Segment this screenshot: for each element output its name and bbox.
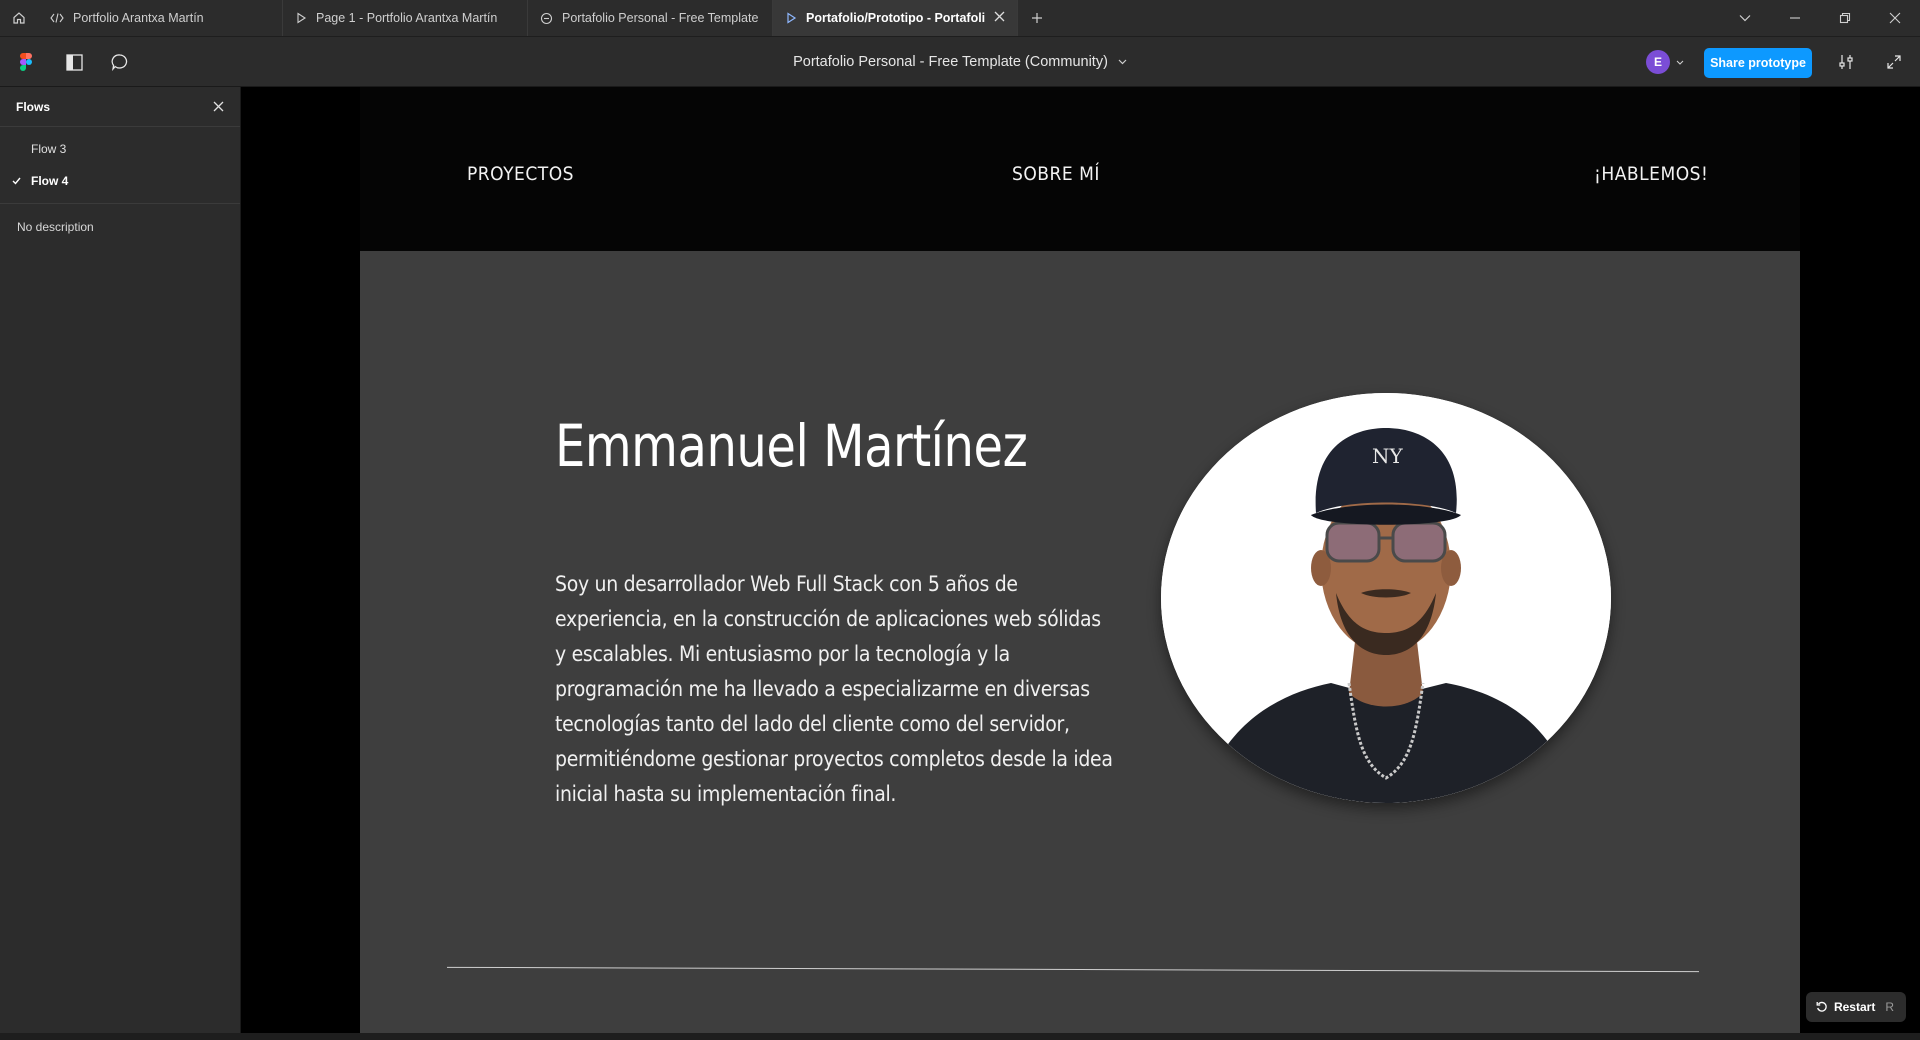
flows-sidebar: Flows Flow 3 Flow 4 No description xyxy=(0,87,241,1033)
browser-tab-bar: Portfolio Arantxa Martín Page 1 - Portfo… xyxy=(0,0,1920,37)
prototype-frame: PROYECTOS SOBRE MÍ ¡HABLEMOS! Emmanuel M… xyxy=(360,87,1800,1033)
restart-button[interactable]: Restart R xyxy=(1805,992,1906,1022)
plus-icon xyxy=(1032,13,1042,23)
restart-shortcut: R xyxy=(1885,1000,1894,1014)
flow-item-4[interactable]: Flow 4 xyxy=(0,165,240,197)
play-icon xyxy=(297,12,307,24)
restart-icon xyxy=(1816,1001,1827,1012)
comments-button[interactable] xyxy=(100,37,140,87)
expand-icon xyxy=(1887,55,1901,69)
hero-name: Emmanuel Martínez xyxy=(555,412,1028,480)
nav-link-projects[interactable]: PROYECTOS xyxy=(467,163,574,185)
close-icon xyxy=(1889,12,1901,24)
flow-description: No description xyxy=(17,220,94,234)
tab-list-button[interactable] xyxy=(1720,0,1770,36)
flow-label: Flow 4 xyxy=(31,174,69,188)
flow-item-3[interactable]: Flow 3 xyxy=(0,133,240,165)
tab-close-button[interactable] xyxy=(994,11,1005,25)
flow-list: Flow 3 Flow 4 xyxy=(0,127,240,204)
tab-label: Portafolio/Prototipo - Portafolio P xyxy=(806,11,985,25)
chevron-down-icon xyxy=(1676,60,1684,65)
chevron-down-icon[interactable] xyxy=(1118,59,1127,65)
site-nav: PROYECTOS SOBRE MÍ ¡HABLEMOS! xyxy=(360,87,1800,251)
tab-label: Portfolio Arantxa Martín xyxy=(73,11,204,25)
sliders-icon xyxy=(1839,55,1853,69)
flows-title: Flows xyxy=(16,99,51,114)
tab-page-1[interactable]: Page 1 - Portfolio Arantxa Martín xyxy=(283,0,528,36)
sidebar-panel-icon xyxy=(65,53,83,71)
nav-link-contact[interactable]: ¡HABLEMOS! xyxy=(1594,163,1708,185)
profile-photo: NY xyxy=(1161,393,1611,803)
settings-button[interactable] xyxy=(1826,37,1866,87)
community-icon xyxy=(540,12,553,24)
code-icon xyxy=(50,13,64,23)
tab-portfolio-arantxa[interactable]: Portfolio Arantxa Martín xyxy=(38,0,283,36)
svg-text:NY: NY xyxy=(1372,444,1404,468)
restore-button[interactable] xyxy=(1820,0,1870,36)
window-controls xyxy=(1720,0,1920,36)
figma-logo-icon xyxy=(20,53,32,71)
prototype-canvas: PROYECTOS SOBRE MÍ ¡HABLEMOS! Emmanuel M… xyxy=(241,87,1920,1033)
close-window-button[interactable] xyxy=(1870,0,1920,36)
prototype-toolbar: Portafolio Personal - Free Template (Com… xyxy=(0,37,1920,87)
tab-free-template[interactable]: Portafolio Personal - Free Template (C xyxy=(528,0,773,36)
tab-prototype-active[interactable]: Portafolio/Prototipo - Portafolio P xyxy=(773,0,1018,36)
minimize-button[interactable] xyxy=(1770,0,1820,36)
close-flows-button[interactable] xyxy=(213,101,224,112)
nav-link-about[interactable]: SOBRE MÍ xyxy=(1012,163,1100,185)
hero-bio: Soy un desarrollador Web Full Stack con … xyxy=(555,572,1113,806)
document-title-bar: Portafolio Personal - Free Template (Com… xyxy=(0,37,1920,87)
restore-icon xyxy=(1839,12,1851,24)
section-divider xyxy=(447,966,1699,973)
close-icon xyxy=(994,11,1005,22)
new-tab-button[interactable] xyxy=(1018,0,1056,36)
flows-header: Flows xyxy=(0,87,240,127)
fullscreen-button[interactable] xyxy=(1874,37,1914,87)
comment-icon xyxy=(111,54,128,71)
home-icon xyxy=(13,12,25,24)
play-icon xyxy=(787,12,797,24)
avatar: E xyxy=(1646,50,1670,74)
chevron-down-icon xyxy=(1739,15,1751,22)
tab-label: Portafolio Personal - Free Template (C xyxy=(562,11,760,25)
checkmark-icon xyxy=(12,177,21,185)
person-portrait-image: NY xyxy=(1161,393,1611,803)
user-menu[interactable]: E xyxy=(1646,49,1684,75)
restart-label: Restart xyxy=(1833,1000,1876,1014)
flow-label: Flow 3 xyxy=(31,142,67,156)
tab-label: Page 1 - Portfolio Arantxa Martín xyxy=(316,11,498,25)
figma-menu-button[interactable] xyxy=(6,37,46,87)
status-bar xyxy=(0,1033,1920,1040)
document-title[interactable]: Portafolio Personal - Free Template (Com… xyxy=(793,54,1108,70)
minimize-icon xyxy=(1790,17,1800,19)
share-prototype-button[interactable]: Share prototype xyxy=(1704,48,1812,78)
home-button[interactable] xyxy=(0,0,38,36)
sidebar-toggle-button[interactable] xyxy=(54,37,94,87)
close-icon xyxy=(213,101,224,112)
